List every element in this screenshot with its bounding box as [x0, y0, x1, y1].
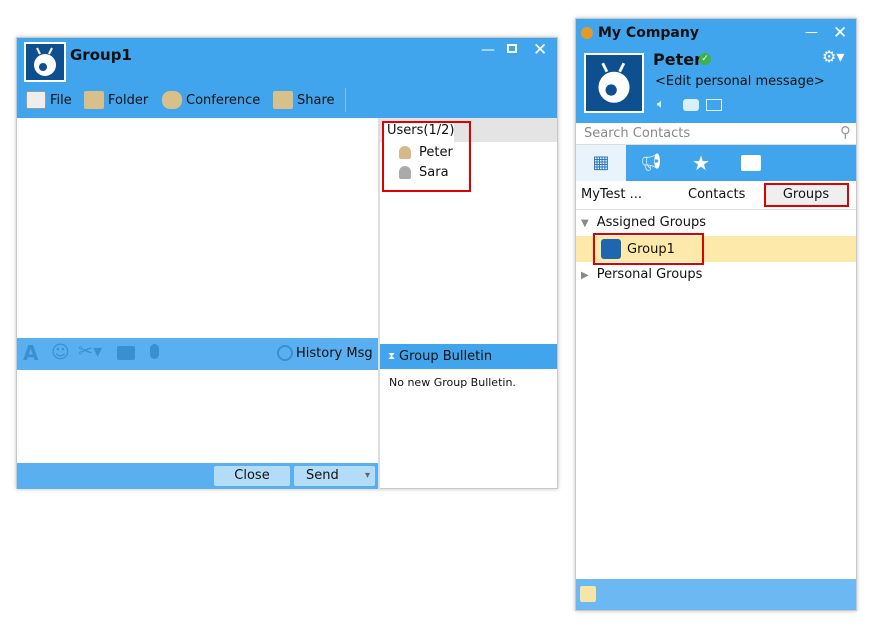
chat-icon[interactable]: [683, 99, 699, 111]
group1-highlight: [593, 233, 704, 265]
microphone-icon[interactable]: [150, 344, 159, 359]
user-avatar: [584, 53, 644, 113]
folder-label: Folder: [108, 92, 149, 108]
search-icon[interactable]: ⚲: [840, 123, 851, 141]
conference-button[interactable]: Conference: [162, 91, 260, 109]
history-msg-label: History Msg: [296, 345, 373, 361]
users-highlight: [382, 121, 471, 192]
emoji-icon[interactable]: ☺: [51, 342, 70, 363]
app-logo-icon: [581, 27, 593, 39]
file-icon: [26, 91, 46, 109]
bulletin-header[interactable]: ⧗ Group Bulletin: [380, 344, 557, 369]
speaker-icon[interactable]: 🔈︎: [657, 97, 665, 112]
expanded-arrow-icon: ▼: [581, 218, 589, 229]
screenshot-icon[interactable]: ✂▾: [78, 341, 102, 362]
group-avatar: [24, 42, 66, 82]
folder-icon: [741, 155, 761, 171]
toolbar-divider: [345, 88, 346, 112]
group-chat-window: Group1 — ✕ File Folder Conference Share …: [16, 37, 558, 489]
minimize-button[interactable]: —: [481, 42, 495, 58]
assigned-groups-label: Assigned Groups: [596, 215, 706, 230]
minimize-button[interactable]: —: [805, 25, 818, 40]
subtab-mytest[interactable]: MyTest ...: [581, 187, 642, 202]
tab-organization[interactable]: ▦: [576, 145, 626, 181]
clock-icon: [277, 345, 293, 361]
share-label: Share: [297, 92, 335, 108]
main-tab-strip: ▦ 📢︎ ★: [576, 145, 856, 181]
font-icon[interactable]: A: [23, 341, 38, 365]
personal-groups-label: Personal Groups: [596, 267, 703, 282]
window-title: My Company: [598, 25, 699, 41]
bulletin-title: Group Bulletin: [399, 349, 493, 364]
collapse-icon: ⧗: [388, 351, 396, 362]
folder-button[interactable]: Folder: [84, 91, 148, 109]
mail-icon[interactable]: [706, 99, 722, 111]
settings-gear-icon[interactable]: ⚙▾: [822, 47, 844, 66]
bottom-bar: [576, 579, 856, 610]
conference-icon: [162, 91, 182, 109]
close-window-button[interactable]: ✕: [833, 23, 847, 43]
input-toolbar: A ☺ ✂▾ History Msg: [17, 338, 378, 370]
tree-assigned-groups[interactable]: ▼ Assigned Groups: [581, 215, 706, 230]
user-name: Peter: [653, 50, 702, 69]
send-button[interactable]: Send ▾: [294, 466, 375, 486]
history-msg-button[interactable]: History Msg: [277, 345, 373, 361]
personal-message[interactable]: <Edit personal message>: [655, 74, 825, 89]
file-label: File: [50, 92, 72, 108]
tab-files[interactable]: [726, 145, 776, 181]
bottom-bar: Close Send ▾: [17, 463, 378, 489]
conference-label: Conference: [186, 92, 261, 108]
online-status-icon[interactable]: ✓: [699, 53, 711, 65]
bulletin-text: No new Group Bulletin.: [389, 376, 516, 389]
search-contacts-input[interactable]: Search Contacts ⚲: [576, 123, 856, 145]
tab-favorites[interactable]: ★: [676, 145, 726, 181]
file-button[interactable]: File: [26, 91, 72, 109]
panel-divider[interactable]: [378, 118, 380, 489]
main-window: My Company — ✕ Peter ✓ <Edit personal me…: [575, 18, 857, 611]
profile-header: My Company — ✕ Peter ✓ <Edit personal me…: [576, 19, 856, 123]
app-center-icon[interactable]: [580, 586, 596, 602]
message-icon[interactable]: [117, 346, 135, 360]
send-options-dropdown[interactable]: ▾: [365, 466, 370, 486]
maximize-button[interactable]: [507, 44, 517, 53]
share-button[interactable]: Share: [273, 91, 335, 109]
tree-personal-groups[interactable]: ▶ Personal Groups: [581, 267, 702, 282]
chat-header: Group1 — ✕ File Folder Conference Share: [17, 38, 557, 118]
message-history-area: [17, 118, 378, 338]
close-button[interactable]: Close: [214, 466, 290, 486]
subtab-contacts[interactable]: Contacts: [688, 187, 745, 202]
send-label: Send: [306, 468, 339, 483]
window-title: Group1: [70, 46, 132, 64]
search-placeholder: Search Contacts: [584, 126, 691, 141]
message-input[interactable]: [17, 370, 378, 463]
close-window-button[interactable]: ✕: [533, 40, 547, 60]
groups-highlight: [764, 183, 849, 207]
share-icon: [273, 91, 293, 109]
tab-broadcast[interactable]: 📢︎: [626, 145, 676, 181]
subtab-divider: [576, 209, 856, 210]
folder-icon: [84, 91, 104, 109]
collapsed-arrow-icon: ▶: [581, 270, 589, 281]
